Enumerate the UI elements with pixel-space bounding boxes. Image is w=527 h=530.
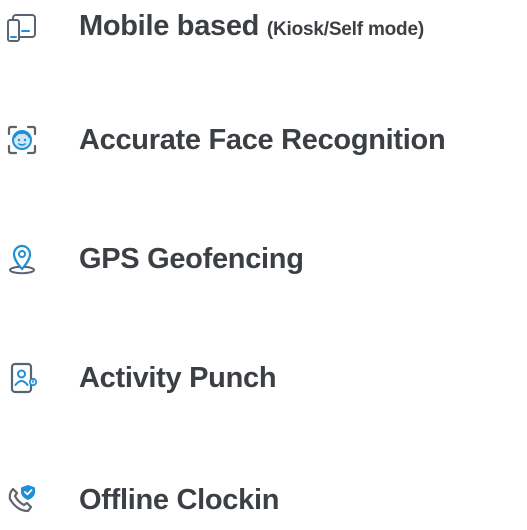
- feature-item-gps-geofencing: GPS Geofencing: [0, 229, 527, 289]
- face-scan-icon: [4, 122, 40, 158]
- location-pin-icon: [4, 241, 40, 277]
- feature-label: Activity Punch: [79, 348, 277, 408]
- feature-title: Accurate Face Recognition: [79, 124, 446, 156]
- feature-item-activity-punch: Activity Punch: [0, 348, 527, 408]
- feature-list: Mobile based (Kiosk/Self mode) Accurate …: [0, 0, 527, 520]
- phone-shield-icon: [4, 482, 40, 518]
- feature-label: GPS Geofencing: [79, 229, 304, 289]
- feature-label: Offline Clockin: [79, 470, 279, 530]
- id-card-icon: [4, 360, 40, 396]
- feature-item-offline-clockin: Offline Clockin: [0, 470, 527, 530]
- feature-title: Offline Clockin: [79, 484, 280, 516]
- feature-item-mobile-based: Mobile based (Kiosk/Self mode): [0, 0, 527, 58]
- feature-title: Mobile based: [79, 10, 260, 42]
- feature-item-face-recognition: Accurate Face Recognition: [0, 110, 527, 170]
- mobile-kiosk-icon: [4, 10, 40, 46]
- feature-label: Accurate Face Recognition: [79, 110, 446, 170]
- feature-note: (Kiosk/Self mode): [266, 19, 424, 40]
- feature-title: Activity Punch: [79, 362, 277, 394]
- feature-label: Mobile based (Kiosk/Self mode): [79, 0, 424, 60]
- feature-title: GPS Geofencing: [79, 243, 304, 275]
